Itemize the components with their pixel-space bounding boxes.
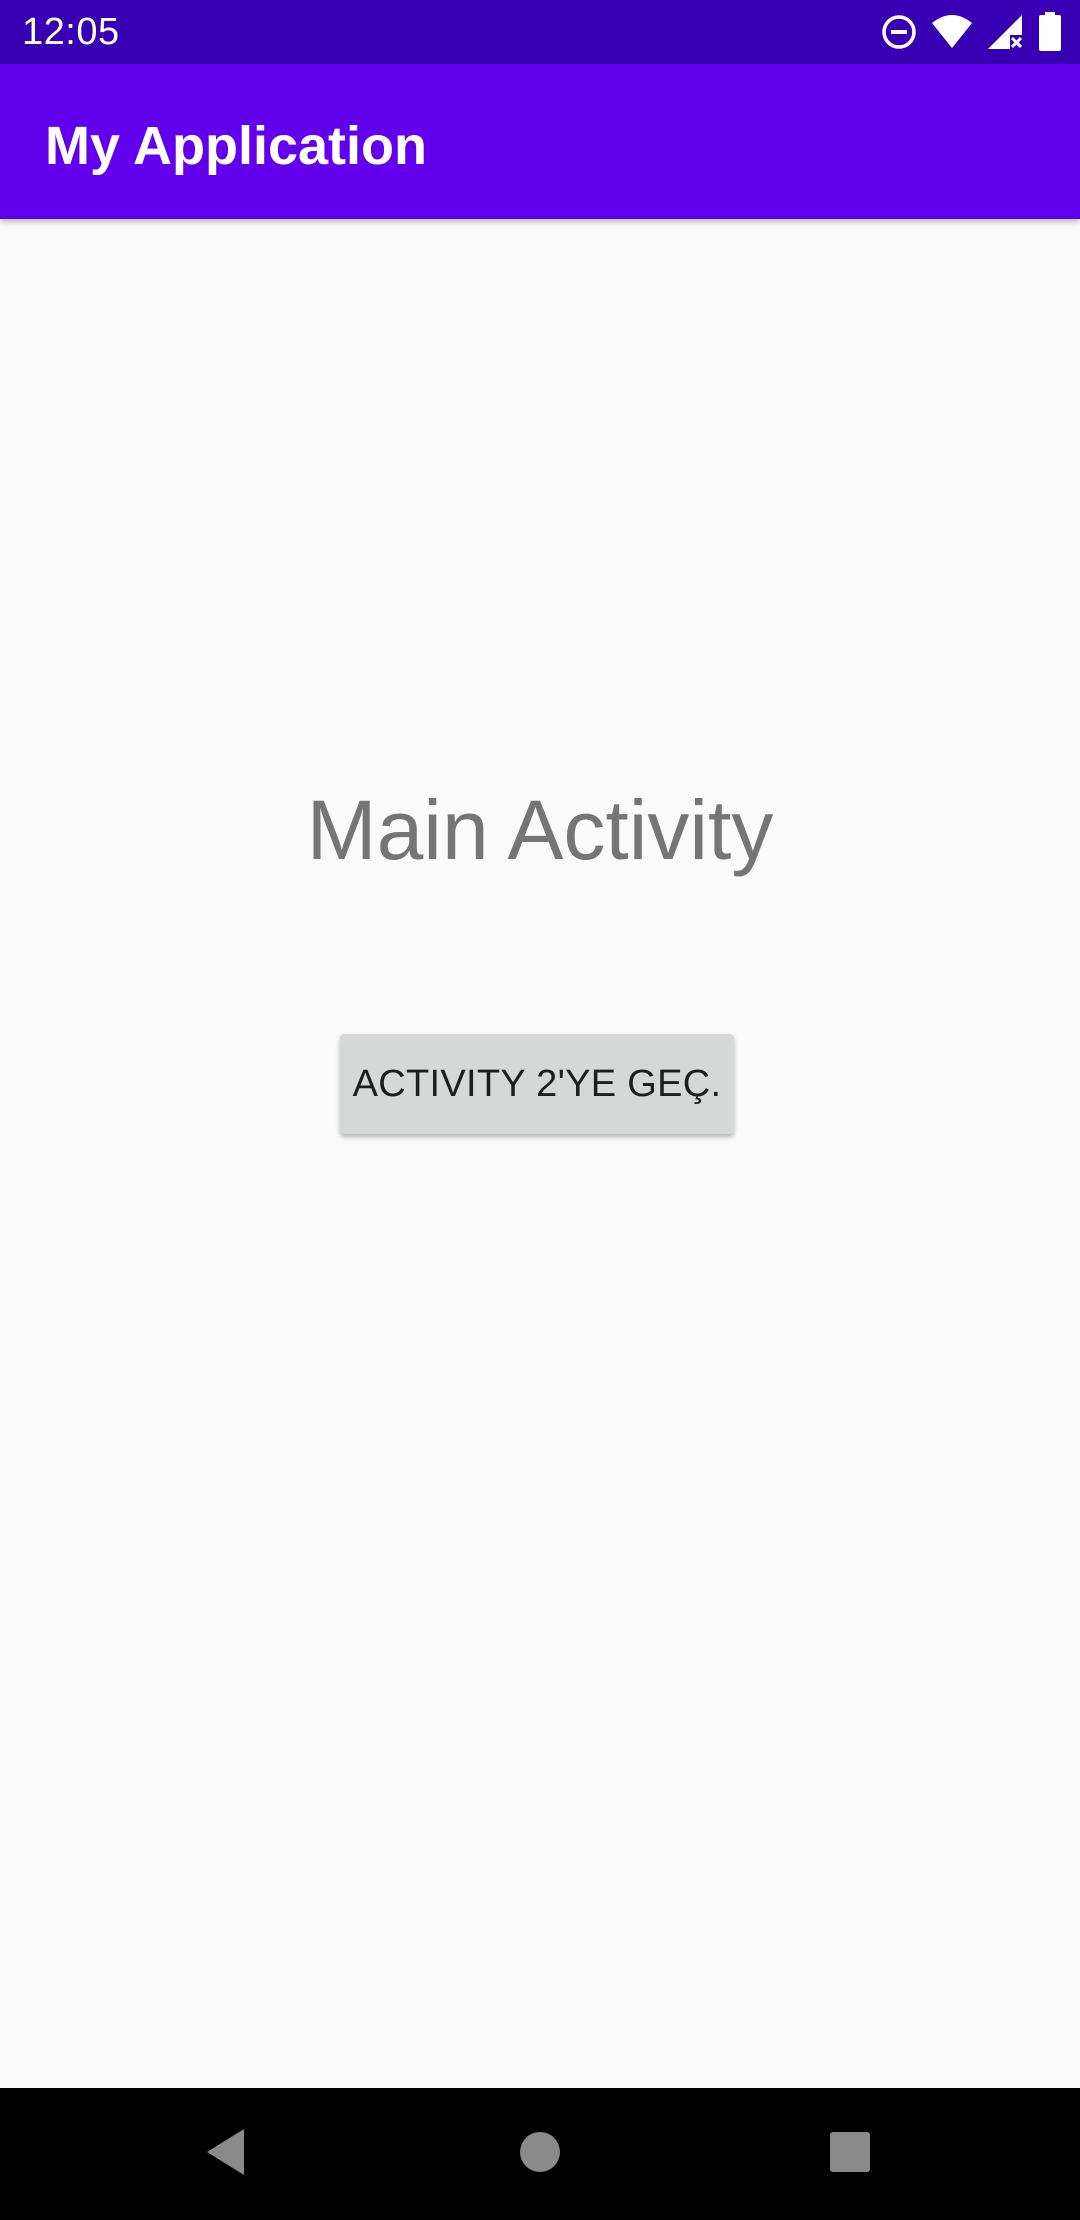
app-title: My Application <box>45 116 428 176</box>
navigation-bar <box>0 2088 1080 2220</box>
main-heading: Main Activity <box>306 783 774 877</box>
wifi-icon <box>930 13 974 51</box>
battery-icon <box>1038 12 1062 52</box>
switch-activity-button[interactable]: ACTIVITY 2'YE GEÇ. <box>340 1034 734 1134</box>
screen: 12:05 My Application Main Activity ACTIV… <box>0 0 1080 2220</box>
recents-icon <box>828 2130 872 2179</box>
recents-button[interactable] <box>790 2088 910 2220</box>
home-icon <box>518 2130 562 2179</box>
back-icon <box>204 2127 248 2182</box>
app-bar: My Application <box>0 64 1080 219</box>
status-icons <box>880 10 1062 54</box>
home-button[interactable] <box>480 2088 600 2220</box>
do-not-disturb-icon <box>880 13 918 51</box>
status-time: 12:05 <box>22 11 120 53</box>
status-bar: 12:05 <box>0 0 1080 64</box>
signal-icon <box>986 13 1026 51</box>
back-button[interactable] <box>166 2088 286 2220</box>
